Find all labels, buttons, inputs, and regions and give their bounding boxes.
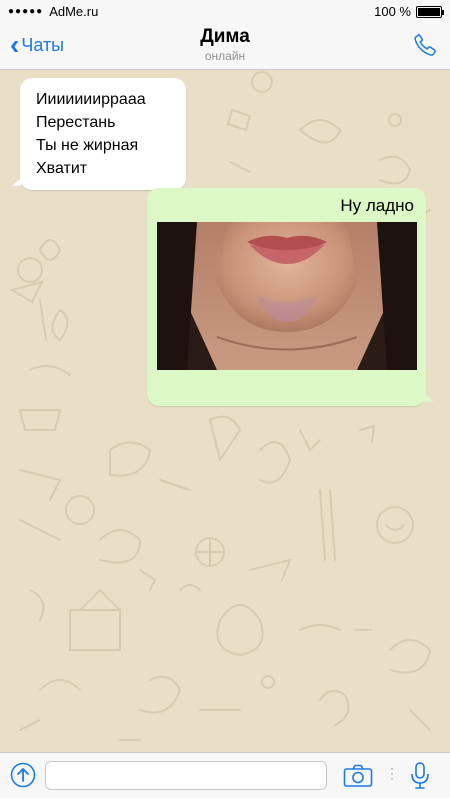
chat-area[interactable]: Иииииииррааа Перестань Ты не жирная Хват…	[0, 70, 450, 752]
camera-icon	[343, 764, 373, 787]
nav-bar: ‹ Чаты Дима онлайн	[0, 24, 450, 70]
contact-status: онлайн	[204, 49, 246, 63]
phone-icon	[414, 33, 436, 56]
message-line: Хватит	[36, 160, 88, 177]
photo-attachment[interactable]	[157, 222, 417, 370]
conversation-header[interactable]: Дима онлайн	[0, 26, 450, 63]
message-line: Ты не жирная	[36, 137, 139, 154]
signal-strength-icon: ●●●●●	[8, 6, 44, 17]
carrier-name: AdMe.ru	[49, 4, 99, 19]
status-bar: ●●●●● AdMe.ru 100 %	[0, 0, 450, 24]
input-bar: ⋮	[0, 752, 450, 798]
call-button[interactable]	[412, 32, 438, 63]
incoming-message[interactable]: Иииииииррааа Перестань Ты не жирная Хват…	[12, 78, 186, 190]
camera-button[interactable]	[343, 764, 373, 793]
message-line: Иииииииррааа	[36, 91, 146, 108]
battery-percent: 100 %	[374, 4, 411, 19]
message-line: Перестань	[36, 114, 116, 131]
divider: ⋮	[385, 765, 399, 781]
message-input[interactable]	[45, 761, 327, 790]
microphone-icon	[411, 762, 429, 789]
battery-icon	[416, 5, 444, 18]
contact-name: Дима	[200, 26, 250, 47]
voice-message-button[interactable]	[409, 761, 431, 796]
photo-caption: Ну ладно	[340, 196, 414, 215]
outgoing-message[interactable]: Ну ладно	[147, 188, 434, 406]
arrow-up-circle-icon	[10, 762, 36, 788]
share-button[interactable]	[10, 762, 36, 793]
photo-image	[157, 222, 417, 370]
